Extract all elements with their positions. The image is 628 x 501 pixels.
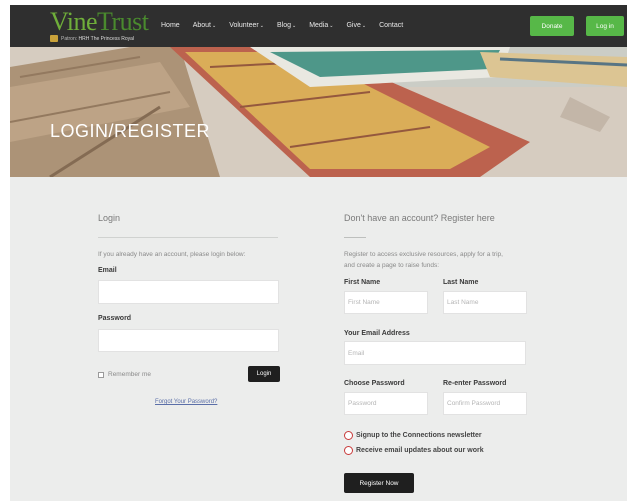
nav-label: Give — [346, 22, 361, 29]
nav-item-blog[interactable]: Blog⌄ — [277, 22, 296, 29]
hero-banner: LOGIN/REGISTER — [10, 47, 627, 177]
reenter-password-label: Re-enter Password — [443, 380, 507, 387]
login-button[interactable]: Login — [248, 366, 280, 382]
newsletter-radio[interactable] — [344, 431, 353, 440]
nav-label: Home — [161, 22, 180, 29]
register-email-field[interactable]: Email — [344, 341, 526, 365]
chevron-down-icon: ⌄ — [329, 23, 334, 29]
login-password-field[interactable] — [98, 329, 279, 352]
nav-item-home[interactable]: Home — [161, 22, 180, 29]
login-divider — [98, 237, 278, 238]
chevron-down-icon: ⌄ — [292, 23, 297, 29]
nav-item-about[interactable]: About⌄ — [193, 22, 217, 29]
register-intro-line1: Register to access exclusive resources, … — [344, 251, 503, 258]
remember-me-label: Remember me — [108, 371, 151, 378]
boats-photo — [10, 47, 627, 177]
patron-prefix: Patron: — [61, 35, 78, 42]
main-content: Login If you already have an account, pl… — [10, 177, 627, 501]
forgot-password-link[interactable]: Forgot Your Password? — [155, 399, 217, 405]
vine-trust-logo[interactable]: VineTrust Patron: HRH The Princess Royal — [50, 7, 149, 42]
choose-password-label: Choose Password — [344, 380, 405, 387]
last-name-label: Last Name — [443, 279, 479, 286]
login-password-label: Password — [98, 315, 132, 322]
login-intro: If you already have an account, please l… — [98, 251, 246, 258]
nav-item-media[interactable]: Media⌄ — [309, 22, 333, 29]
login-email-field[interactable] — [98, 280, 279, 304]
updates-option[interactable]: Receive email updates about our work — [344, 446, 484, 455]
nav-label: Volunteer — [229, 22, 259, 29]
logo-patron-line: Patron: HRH The Princess Royal — [50, 35, 148, 42]
register-email-label: Your Email Address — [344, 330, 410, 337]
newsletter-label: Signup to the Connections newsletter — [356, 432, 482, 439]
login-heading: Login — [98, 213, 121, 223]
chevron-down-icon: ⌄ — [361, 23, 367, 29]
site-header: VineTrust Patron: HRH The Princess Royal… — [10, 5, 627, 47]
patron-name: HRH The Princess Royal — [78, 35, 134, 42]
crest-icon — [50, 35, 58, 42]
register-password-field[interactable]: Password — [344, 392, 428, 415]
remember-me[interactable]: Remember me — [98, 371, 151, 378]
login-email-label: Email — [98, 267, 117, 274]
register-divider — [344, 237, 366, 238]
nav-item-give[interactable]: Give⌄ — [346, 22, 366, 29]
last-name-field[interactable]: Last Name — [443, 291, 527, 314]
nav-label: Media — [309, 22, 329, 29]
register-now-button[interactable]: Register Now — [344, 473, 414, 493]
newsletter-option[interactable]: Signup to the Connections newsletter — [344, 431, 482, 440]
nav-label: About — [192, 22, 211, 29]
register-heading: Don't have an account? Register here — [344, 213, 495, 223]
chevron-down-icon: ⌄ — [259, 23, 264, 29]
nav-label: Blog — [276, 22, 291, 29]
first-name-label: First Name — [344, 279, 381, 286]
confirm-password-field[interactable]: Confirm Password — [443, 392, 527, 415]
register-intro-line2: and create a page to raise funds: — [344, 262, 440, 269]
donate-button[interactable]: Donate — [530, 16, 574, 36]
nav-item-contact[interactable]: Contact — [379, 22, 403, 29]
main-nav: Home About⌄ Volunteer⌄ Blog⌄ Media⌄ Give… — [161, 22, 416, 29]
chevron-down-icon: ⌄ — [211, 23, 217, 29]
header-login-button[interactable]: Log in — [586, 16, 624, 36]
logo-vine-text: Vine — [50, 7, 97, 36]
register-intro: Register to access exclusive resources, … — [344, 249, 503, 271]
updates-label: Receive email updates about our work — [356, 447, 484, 454]
page-title: LOGIN/REGISTER — [50, 121, 211, 141]
logo-wordmark: VineTrust — [50, 7, 149, 36]
logo-trust-text: Trust — [96, 7, 149, 36]
nav-item-volunteer[interactable]: Volunteer⌄ — [229, 22, 264, 29]
remember-me-checkbox[interactable] — [98, 371, 104, 378]
logo-patron: Patron: HRH The Princess Royal — [61, 36, 134, 42]
first-name-field[interactable]: First Name — [344, 291, 428, 314]
updates-radio[interactable] — [344, 446, 353, 455]
nav-label: Contact — [379, 22, 404, 29]
